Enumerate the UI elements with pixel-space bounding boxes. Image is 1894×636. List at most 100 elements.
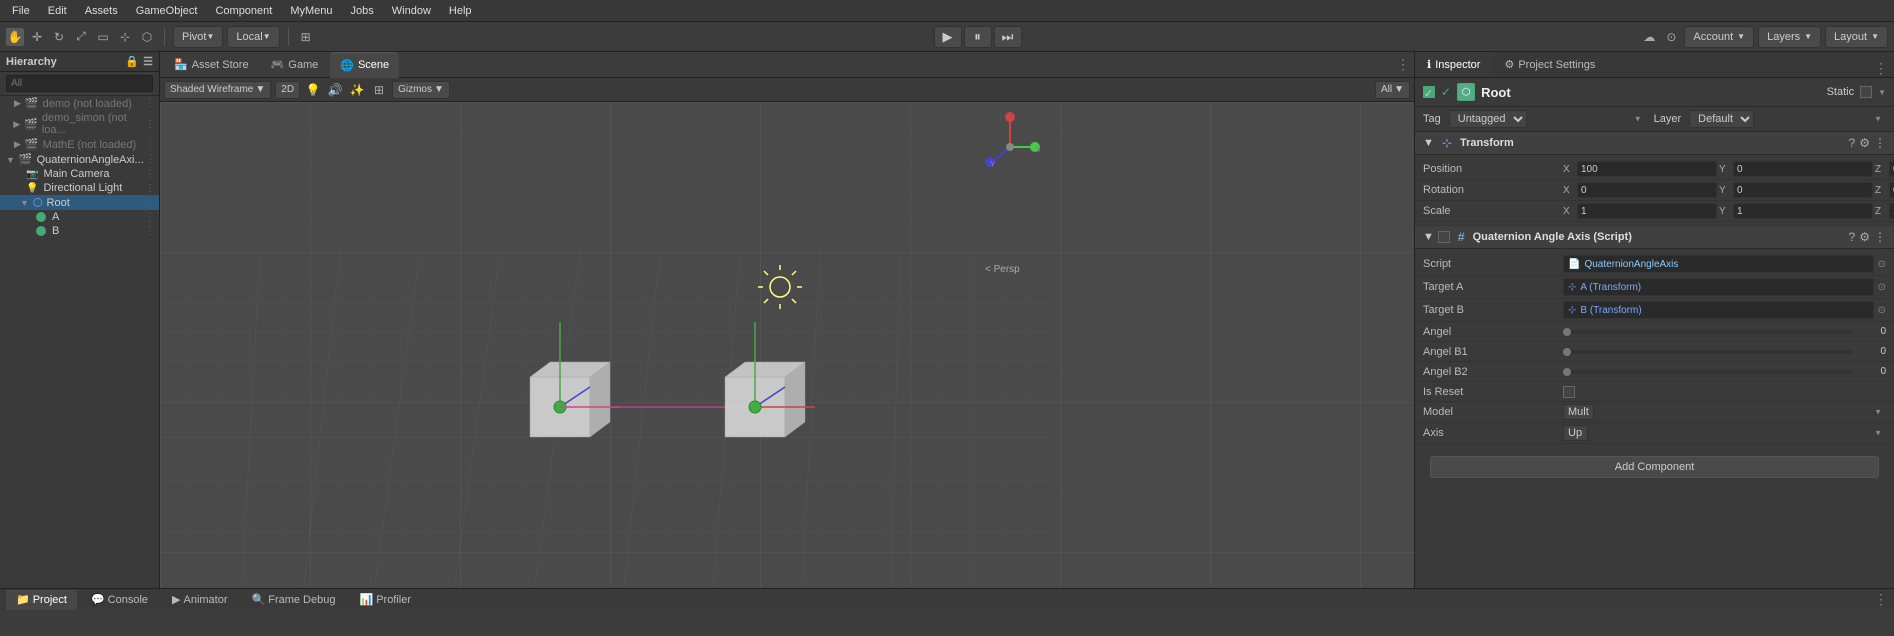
script-help-icon[interactable]: ? <box>1849 230 1856 244</box>
menu-edit[interactable]: Edit <box>40 3 75 19</box>
audio-toggle-icon[interactable]: 🔊 <box>326 81 344 99</box>
lock-icon[interactable]: 🔒 <box>125 55 139 68</box>
2d-button[interactable]: 2D <box>275 81 300 99</box>
angel-b2-slider[interactable] <box>1563 370 1852 374</box>
script-ref-field[interactable]: 📄 QuaternionAngleAxis <box>1563 255 1874 273</box>
bottom-tab-console[interactable]: 💬 Console <box>81 590 158 610</box>
transform-tool-icon[interactable]: ⊹ <box>116 28 134 46</box>
transform-help-icon[interactable]: ? <box>1849 136 1856 150</box>
item-menu-icon[interactable]: ⋮ <box>145 139 155 150</box>
cloud-icon[interactable]: ⊙ <box>1662 28 1680 46</box>
snap-icon[interactable]: ⊞ <box>297 28 315 46</box>
hand-tool-icon[interactable]: ✋ <box>6 28 24 46</box>
play-button[interactable]: ▶ <box>934 26 962 48</box>
custom-tool-icon[interactable]: ⬡ <box>138 28 156 46</box>
menu-file[interactable]: File <box>4 3 38 19</box>
bottom-tab-animator[interactable]: ▶ Animator <box>162 590 238 610</box>
hierarchy-item-main-camera[interactable]: 📷 Main Camera ⋮ <box>0 167 159 181</box>
local-button[interactable]: Local ▼ <box>227 26 279 48</box>
layout-dropdown[interactable]: Layout ▼ <box>1825 26 1888 48</box>
tab-scene[interactable]: 🌐 Scene <box>330 52 399 78</box>
hierarchy-item-directional-light[interactable]: 💡 Directional Light ⋮ <box>0 181 159 195</box>
hierarchy-search-input[interactable] <box>6 75 153 92</box>
gizmos-dropdown[interactable]: Gizmos ▼ <box>392 81 450 99</box>
item-menu-icon[interactable]: ⋮ <box>145 226 155 237</box>
hierarchy-item-demo[interactable]: ▶ 🎬 demo (not loaded) ⋮ <box>0 96 159 111</box>
object-active-checkbox[interactable]: ✓ <box>1423 86 1435 98</box>
static-checkbox[interactable] <box>1860 86 1872 98</box>
target-a-pick-icon[interactable]: ⊙ <box>1878 282 1886 293</box>
tab-project-settings[interactable]: ⚙ Project Settings <box>1492 52 1607 77</box>
script-component-header[interactable]: ▼ # Quaternion Angle Axis (Script) ? ⚙ ⋮ <box>1415 226 1894 249</box>
menu-mymenu[interactable]: MyMenu <box>282 3 340 19</box>
menu-component[interactable]: Component <box>207 3 280 19</box>
script-target-icon[interactable]: ⊙ <box>1878 259 1886 270</box>
item-menu-icon[interactable]: ⋮ <box>145 212 155 223</box>
target-b-pick-icon[interactable]: ⊙ <box>1878 305 1886 316</box>
angel-slider[interactable] <box>1563 330 1852 334</box>
item-menu-icon[interactable]: ⋮ <box>145 183 155 194</box>
script-settings-icon[interactable]: ⚙ <box>1859 230 1870 244</box>
pause-button[interactable]: ⏸ <box>964 26 992 48</box>
script-more-icon[interactable]: ⋮ <box>1874 230 1886 244</box>
item-menu-icon[interactable]: ⋮ <box>145 197 155 208</box>
menu-window[interactable]: Window <box>384 3 439 19</box>
hierarchy-item-root[interactable]: ▼ ⬡ Root ⋮ <box>0 195 159 210</box>
item-menu-icon[interactable]: ⋮ <box>146 154 156 165</box>
position-x-input[interactable] <box>1577 161 1717 177</box>
item-menu-icon[interactable]: ⋮ <box>145 169 155 180</box>
rotation-y-input[interactable] <box>1733 182 1873 198</box>
scale-y-input[interactable] <box>1733 203 1873 219</box>
tab-inspector[interactable]: ℹ Inspector <box>1415 52 1492 77</box>
position-z-input[interactable] <box>1889 161 1894 177</box>
menu-assets[interactable]: Assets <box>77 3 126 19</box>
effects-toggle-icon[interactable]: ✨ <box>348 81 366 99</box>
rotation-z-input[interactable] <box>1889 182 1894 198</box>
tab-game[interactable]: 🎮 Game <box>261 52 329 78</box>
tab-asset-store[interactable]: 🏪 Asset Store <box>164 52 259 78</box>
scale-tool-icon[interactable]: ⤢ <box>72 28 90 46</box>
hierarchy-item-mathe[interactable]: ▶ 🎬 MathE (not loaded) ⋮ <box>0 137 159 152</box>
light-toggle-icon[interactable]: 💡 <box>304 81 322 99</box>
scene-canvas[interactable]: Y X < Persp <box>160 102 1414 588</box>
rotate-tool-icon[interactable]: ↻ <box>50 28 68 46</box>
target-b-field[interactable]: ⊹ B (Transform) <box>1563 301 1874 319</box>
rect-tool-icon[interactable]: ▭ <box>94 28 112 46</box>
rotation-x-input[interactable] <box>1577 182 1717 198</box>
item-menu-icon[interactable]: ⋮ <box>145 119 155 130</box>
menu-gameobject[interactable]: GameObject <box>128 3 206 19</box>
view-mode-dropdown[interactable]: Shaded Wireframe ▼ <box>164 81 271 99</box>
scale-z-input[interactable] <box>1889 203 1894 219</box>
menu-icon[interactable]: ☰ <box>143 55 153 68</box>
tag-dropdown[interactable]: Untagged <box>1449 110 1527 128</box>
bottom-tab-profiler[interactable]: 📊 Profiler <box>349 590 421 610</box>
step-button[interactable]: ⏭ <box>994 26 1022 48</box>
bottom-tab-project[interactable]: 📁 Project <box>6 590 77 610</box>
axis-dropdown[interactable]: Up <box>1563 425 1588 441</box>
transform-more-icon[interactable]: ⋮ <box>1874 136 1886 150</box>
layers-dropdown[interactable]: Layers ▼ <box>1758 26 1821 48</box>
collab-icon[interactable]: ☁ <box>1640 28 1658 46</box>
model-dropdown[interactable]: Mult <box>1563 404 1594 420</box>
target-a-field[interactable]: ⊹ A (Transform) <box>1563 278 1874 296</box>
grid-toggle-icon[interactable]: ⊞ <box>370 81 388 99</box>
scale-x-input[interactable] <box>1577 203 1717 219</box>
pivot-button[interactable]: Pivot ▼ <box>173 26 223 48</box>
angel-b1-slider[interactable] <box>1563 350 1852 354</box>
inspector-menu-icon[interactable]: ⋮ <box>1868 60 1894 77</box>
move-tool-icon[interactable]: ✛ <box>28 28 46 46</box>
transform-component-header[interactable]: ▼ ⊹ Transform ? ⚙ ⋮ <box>1415 132 1894 155</box>
bottom-menu-icon[interactable]: ⋮ <box>1874 591 1888 608</box>
is-reset-checkbox[interactable] <box>1563 386 1575 398</box>
add-component-button[interactable]: Add Component <box>1430 456 1879 478</box>
scene-menu-icon[interactable]: ⋮ <box>1396 56 1410 73</box>
menu-help[interactable]: Help <box>441 3 480 19</box>
bottom-tab-frame-debug[interactable]: 🔍 Frame Debug <box>242 590 346 610</box>
hierarchy-item-b[interactable]: B ⋮ <box>0 224 159 238</box>
static-dropdown-arrow[interactable]: ▼ <box>1878 88 1886 97</box>
transform-settings-icon[interactable]: ⚙ <box>1859 136 1870 150</box>
account-dropdown[interactable]: Account ▼ <box>1684 26 1754 48</box>
hierarchy-item-demo-simon[interactable]: ▶ 🎬 demo_simon (not loa... ⋮ <box>0 111 159 137</box>
position-y-input[interactable] <box>1733 161 1873 177</box>
item-menu-icon[interactable]: ⋮ <box>145 98 155 109</box>
